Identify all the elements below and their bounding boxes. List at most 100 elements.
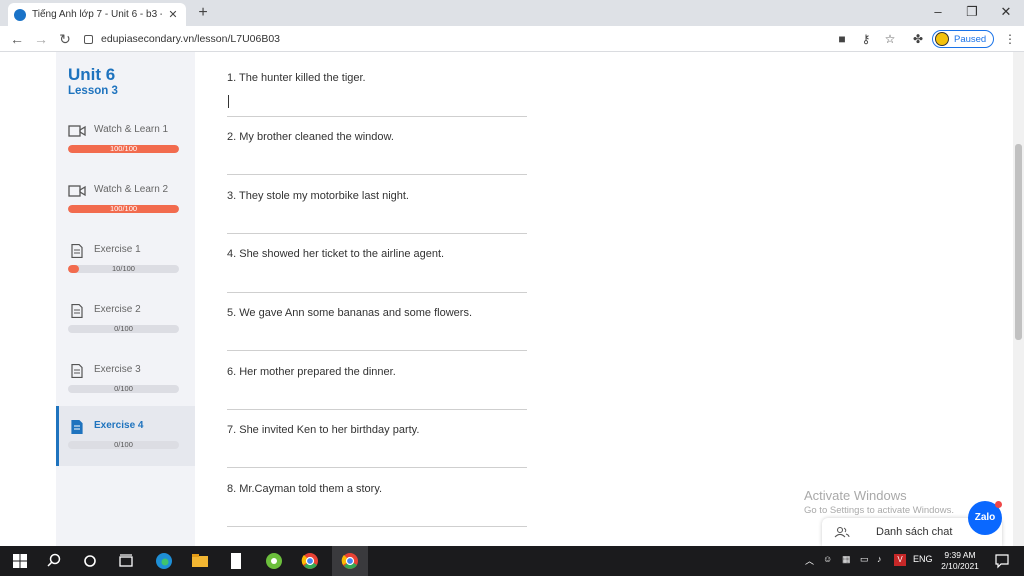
video-icon: [68, 125, 86, 137]
notepad-icon[interactable]: [226, 551, 246, 571]
question-text: 8. Mr.Cayman told them a story.: [227, 483, 383, 495]
task-view-icon[interactable]: [116, 551, 136, 571]
answer-line[interactable]: [227, 526, 527, 527]
language-indicator[interactable]: ENG: [913, 554, 933, 564]
lock-icon: [84, 34, 93, 44]
question-text: 6. Her mother prepared the dinner.: [227, 366, 396, 378]
question-item: 5. We gave Ann some bananas and some flo…: [227, 287, 527, 351]
question-item: 7. She invited Ken to her birthday party…: [227, 404, 527, 468]
sidebar-item-label: Watch & Learn 1: [94, 124, 169, 135]
progress-text: 0/100: [114, 441, 133, 449]
question-text: 3. They stole my motorbike last night.: [227, 190, 409, 202]
app-icon[interactable]: [264, 551, 284, 571]
zalo-chat-button[interactable]: Zalo: [968, 501, 1002, 535]
sidebar-item-label: Exercise 1: [94, 244, 141, 255]
page-content: Unit 6 Lesson 3 Watch & Learn 1 100/100 …: [0, 52, 1024, 546]
page-scrollbar[interactable]: [1013, 52, 1024, 546]
activate-windows-watermark: Activate Windows Go to Settings to activ…: [804, 488, 954, 516]
windows-start-icon[interactable]: [10, 551, 30, 571]
sidebar-item-exercise-4[interactable]: Exercise 4 0/100: [56, 406, 195, 466]
browser-tab[interactable]: Tiếng Anh lớp 7 - Unit 6 - b3 - N ✕: [8, 3, 186, 26]
sidebar-item-watch-learn-2[interactable]: Watch & Learn 2 100/100: [56, 176, 195, 234]
sidebar-item-exercise-1[interactable]: Exercise 1 10/100: [56, 236, 195, 294]
cortana-icon[interactable]: [80, 551, 100, 571]
new-tab-button[interactable]: +: [194, 4, 212, 22]
system-clock[interactable]: 9:39 AM 2/10/2021: [934, 550, 986, 572]
progress-text: 0/100: [114, 325, 133, 333]
sidebar-item-watch-learn-1[interactable]: Watch & Learn 1 100/100: [56, 116, 195, 174]
profile-button[interactable]: Paused: [932, 30, 994, 48]
close-window-button[interactable]: ✕: [994, 2, 1018, 22]
close-tab-icon[interactable]: ✕: [166, 8, 180, 21]
activate-subtitle: Go to Settings to activate Windows.: [804, 505, 954, 516]
progress-text: 100/100: [109, 205, 138, 213]
clock-date: 2/10/2021: [941, 561, 979, 571]
back-button[interactable]: ←: [8, 30, 26, 48]
progress-bar: 10/100: [68, 265, 179, 273]
avatar: [935, 32, 949, 46]
notification-icon[interactable]: [992, 551, 1012, 571]
tab-title: Tiếng Anh lớp 7 - Unit 6 - b3 - N: [32, 9, 162, 20]
restore-button[interactable]: ❐: [960, 2, 984, 22]
network-icon[interactable]: ▦: [842, 554, 851, 565]
search-icon[interactable]: [44, 551, 64, 571]
clock-time: 9:39 AM: [944, 550, 976, 560]
forward-button[interactable]: →: [32, 30, 50, 48]
question-text: 1. The hunter killed the tiger.: [227, 72, 366, 84]
volume-icon[interactable]: ♪: [877, 554, 882, 564]
chat-list-label: Danh sách chat: [876, 526, 953, 538]
chrome-icon[interactable]: [300, 551, 320, 571]
question-item: 2. My brother cleaned the window.: [227, 111, 527, 175]
file-explorer-icon[interactable]: [190, 551, 210, 571]
address-bar[interactable]: edupiasecondary.vn/lesson/L7U06B03: [84, 29, 824, 49]
key-icon[interactable]: ⚷: [858, 31, 874, 47]
question-text: 5. We gave Ann some bananas and some flo…: [227, 307, 472, 319]
question-item: 4. She showed her ticket to the airline …: [227, 228, 527, 293]
reload-button[interactable]: ↻: [56, 30, 74, 48]
progress-text: 100/100: [109, 145, 138, 153]
minimize-button[interactable]: –: [926, 2, 950, 22]
progress-text: 0/100: [114, 385, 133, 393]
progress-bar: 100/100: [68, 205, 179, 213]
document-icon: [71, 244, 83, 258]
menu-icon[interactable]: ⋮: [1002, 31, 1018, 47]
zalo-label: Zalo: [974, 512, 996, 523]
progress-bar: 100/100: [68, 145, 179, 153]
document-icon: [71, 364, 83, 378]
browser-toolbar: ← → ↻ edupiasecondary.vn/lesson/L7U06B03…: [0, 26, 1024, 52]
lesson-title: Lesson 3: [68, 85, 118, 97]
sidebar-item-exercise-2[interactable]: Exercise 2 0/100: [56, 296, 195, 354]
browser-tab-bar: Tiếng Anh lớp 7 - Unit 6 - b3 - N ✕ + – …: [0, 0, 1024, 26]
bookmark-star-icon[interactable]: ☆: [882, 31, 898, 47]
sidebar-item-label: Exercise 4: [94, 420, 144, 431]
question-text: 7. She invited Ken to her birthday party…: [227, 424, 420, 436]
sidebar-item-label: Watch & Learn 2: [94, 184, 169, 195]
progress-bar: 0/100: [68, 325, 179, 333]
windows-taskbar: ︿ ☺ ▦ ▭ ♪ V ENG 9:39 AM 2/10/2021: [0, 546, 1024, 576]
tray-chevron-icon[interactable]: ︿: [805, 554, 814, 567]
users-icon: [834, 526, 850, 538]
video-icon: [68, 185, 86, 197]
lesson-sidebar: Unit 6 Lesson 3 Watch & Learn 1 100/100 …: [56, 52, 195, 546]
globe-icon: [14, 8, 26, 21]
extensions-icon[interactable]: ✤: [910, 31, 926, 47]
scrollbar-thumb[interactable]: [1015, 144, 1022, 340]
question-item: 8. Mr.Cayman told them a story.: [227, 463, 527, 527]
camera-icon[interactable]: ■: [834, 31, 850, 47]
unikey-icon[interactable]: V: [894, 554, 906, 566]
edge-icon[interactable]: [154, 551, 174, 571]
unit-title: Unit 6: [68, 65, 116, 84]
text-cursor: [228, 95, 229, 108]
progress-text: 10/100: [112, 265, 135, 273]
battery-icon[interactable]: ▭: [860, 554, 869, 565]
tray-people-icon[interactable]: ☺: [823, 554, 832, 564]
document-icon: [71, 420, 83, 434]
question-item: 1. The hunter killed the tiger.: [227, 52, 527, 117]
sidebar-item-label: Exercise 2: [94, 304, 141, 315]
question-item: 6. Her mother prepared the dinner.: [227, 346, 527, 410]
sidebar-item-label: Exercise 3: [94, 364, 141, 375]
chrome-active-icon[interactable]: [340, 551, 360, 571]
notification-dot: [995, 501, 1002, 508]
question-text: 4. She showed her ticket to the airline …: [227, 248, 445, 260]
progress-bar: 0/100: [68, 385, 179, 393]
